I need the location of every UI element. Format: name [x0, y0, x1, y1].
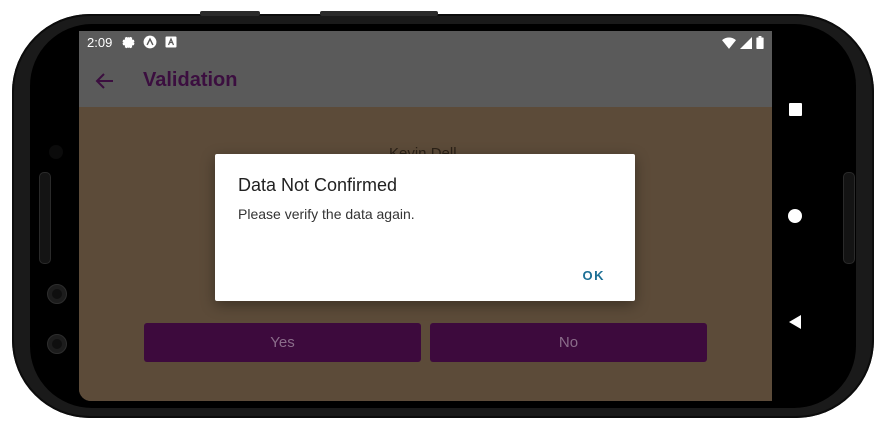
- status-time: 2:09: [87, 35, 113, 50]
- dialog-title: Data Not Confirmed: [238, 175, 398, 195]
- nav-back-icon[interactable]: [789, 315, 801, 329]
- device-screen: 2:09 Validation Yes No Data Not Confirme…: [79, 31, 772, 401]
- volume-button: [320, 11, 438, 16]
- front-camera: [49, 145, 63, 159]
- speaker-grille-right: [843, 172, 855, 264]
- ok-button[interactable]: OK: [583, 268, 606, 283]
- power-button: [200, 11, 260, 16]
- sensor-top: [47, 284, 67, 304]
- gear-icon: [122, 36, 135, 48]
- dialog-message: Please verify the data again.: [238, 206, 415, 222]
- recents-icon[interactable]: [789, 103, 802, 116]
- yes-button[interactable]: Yes: [144, 323, 421, 362]
- status-icons-right: [722, 36, 764, 49]
- status-icons-left: [122, 35, 177, 49]
- home-icon[interactable]: [788, 209, 802, 223]
- page-title: Validation: [143, 69, 238, 91]
- notification-icon: [165, 36, 177, 48]
- app-bar: Validation: [79, 55, 772, 107]
- speaker-grille-left: [39, 172, 51, 264]
- wifi-icon: [722, 36, 736, 49]
- sensor-bottom: [47, 334, 67, 354]
- alert-dialog: Data Not Confirmed Please verify the dat…: [215, 154, 635, 301]
- signal-icon: [740, 36, 752, 49]
- battery-icon: [756, 36, 764, 49]
- navigation-bar: [772, 31, 816, 401]
- status-bar: 2:09: [79, 31, 772, 55]
- no-button[interactable]: No: [430, 323, 707, 362]
- app-icon: [143, 35, 157, 49]
- back-arrow-icon[interactable]: [93, 69, 117, 93]
